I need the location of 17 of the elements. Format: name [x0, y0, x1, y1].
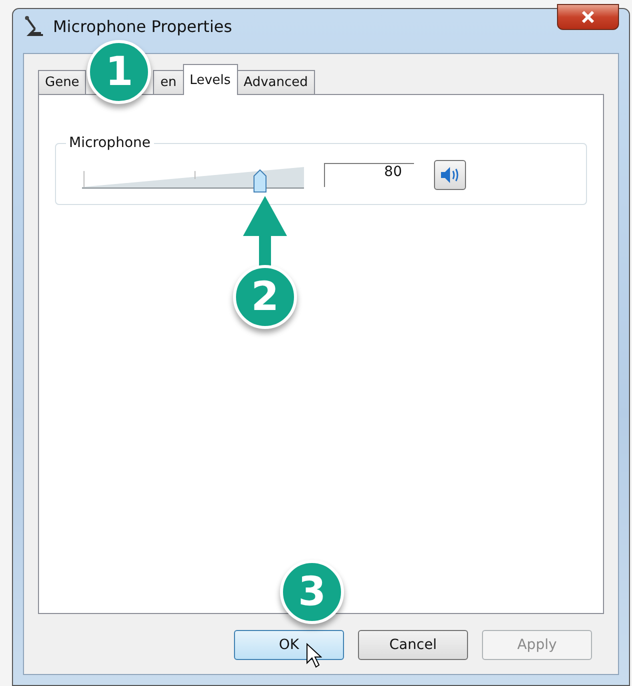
- tab[interactable]: Gene: [38, 70, 86, 94]
- mute-button[interactable]: [434, 160, 466, 190]
- close-icon: [581, 11, 595, 23]
- close-button[interactable]: [557, 4, 619, 30]
- tab[interactable]: en: [153, 70, 184, 94]
- up-arrow-icon: [241, 196, 289, 266]
- tab[interactable]: Advanced: [236, 70, 315, 94]
- level-value[interactable]: 80: [324, 162, 414, 186]
- microphone-icon: [23, 15, 45, 37]
- tab[interactable]: Levels: [182, 64, 238, 95]
- slider-thumb[interactable]: [252, 168, 267, 192]
- group-label: Microphone: [68, 135, 152, 151]
- mouse-cursor-icon: [306, 643, 322, 669]
- speaker-icon: [440, 166, 460, 184]
- dialog-button[interactable]: Cancel: [358, 630, 468, 660]
- dialog-button[interactable]: OK: [234, 630, 344, 660]
- window-title: Microphone Properties: [53, 16, 232, 36]
